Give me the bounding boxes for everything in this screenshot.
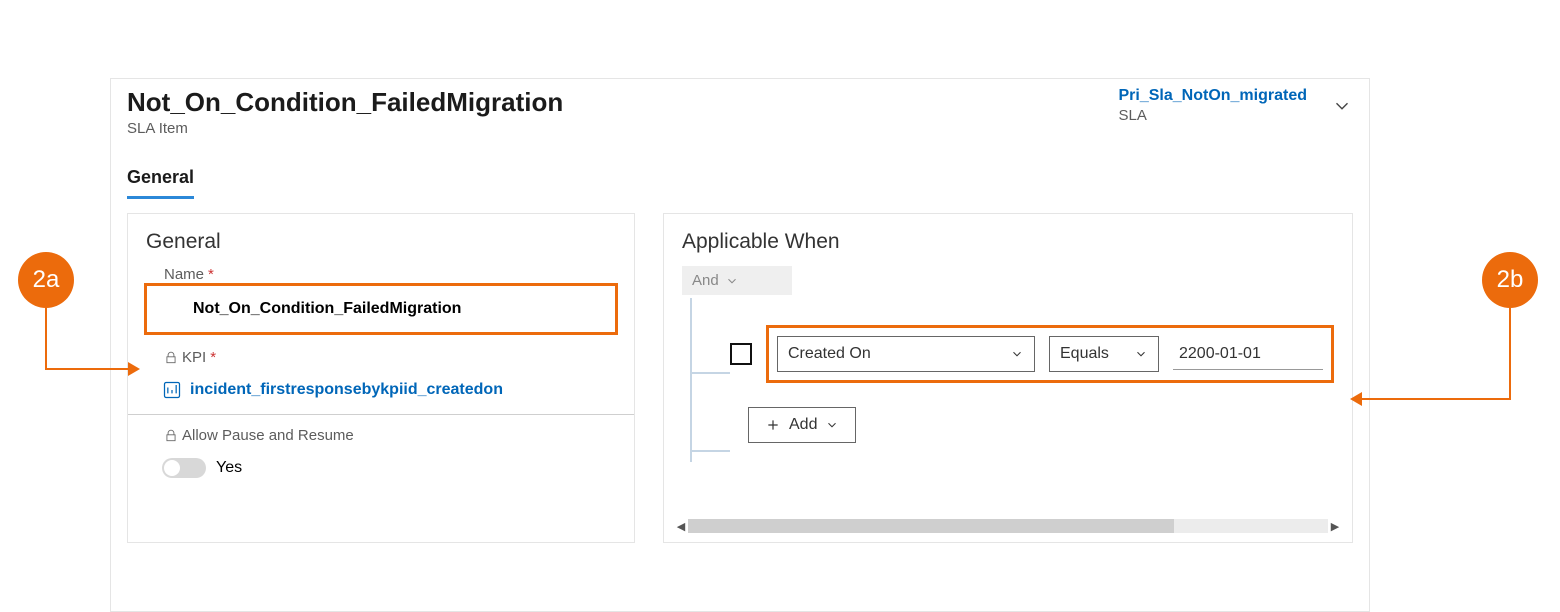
scroll-right-button[interactable]: ▶ [1328,520,1342,533]
kpi-field-row: KPI* [128,349,634,366]
record-header: Not_On_Condition_FailedMigration SLA Ite… [127,87,1353,137]
add-condition-button[interactable]: Add [748,407,856,443]
callout-badge-2b: 2b [1482,252,1538,308]
condition-checkbox[interactable] [730,343,752,365]
tab-general[interactable]: General [127,165,194,199]
allow-pause-toggle-text: Yes [216,459,242,477]
plus-icon [765,417,781,433]
chevron-down-icon [825,418,839,432]
allow-pause-toggle[interactable] [162,458,206,478]
related-record-link[interactable]: Pri_Sla_NotOn_migrated [1119,87,1308,105]
name-value[interactable]: Not_On_Condition_FailedMigration [144,283,618,335]
scroll-track[interactable] [688,519,1328,533]
record-panel: Not_On_Condition_FailedMigration SLA Ite… [110,78,1370,612]
page-subtitle: SLA Item [127,120,563,137]
callout-arrowhead [1350,392,1362,406]
condition-value-input[interactable] [1173,339,1323,370]
lock-icon [164,351,178,365]
name-label: Name* [164,266,616,283]
kpi-value-row: incident_firstresponsebykpiid_createdon [128,366,634,415]
callout-connector [45,368,131,370]
condition-operator-select[interactable]: Equals [1049,336,1159,372]
related-record-sub: SLA [1119,107,1308,124]
condition-row: Created On Equals [730,325,1334,383]
chevron-down-icon [1134,347,1148,361]
page-title: Not_On_Condition_FailedMigration [127,87,563,118]
scroll-thumb[interactable] [688,519,1174,533]
general-card: General Name* Not_On_Condition_FailedMig… [127,213,635,543]
title-block: Not_On_Condition_FailedMigration SLA Ite… [127,87,563,137]
applicable-when-title: Applicable When [664,230,1352,266]
applicable-when-card: Applicable When And Created On [663,213,1353,543]
condition-group-and[interactable]: And [682,266,792,295]
tabs-row: General [127,165,1353,199]
callout-connector [1509,308,1511,400]
callout-badge-2a: 2a [18,252,74,308]
chevron-down-icon[interactable] [1331,95,1353,117]
condition-tree-branch [690,450,730,452]
scroll-left-button[interactable]: ◀ [674,520,688,533]
condition-field-select[interactable]: Created On [777,336,1035,372]
kpi-icon [162,380,182,400]
callout-connector [1359,398,1511,400]
chevron-down-icon [725,274,739,288]
callout-connector [45,308,47,370]
callout-arrowhead [128,362,140,376]
condition-highlight: Created On Equals [766,325,1334,383]
condition-tree-line [690,298,692,462]
general-card-title: General [128,230,634,266]
body-columns: General Name* Not_On_Condition_FailedMig… [127,213,1353,543]
horizontal-scrollbar[interactable]: ◀ ▶ [674,518,1342,534]
allow-pause-toggle-row: Yes [128,444,634,482]
condition-tree-branch [690,372,730,374]
kpi-link[interactable]: incident_firstresponsebykpiid_createdon [190,381,503,399]
lock-icon [164,429,178,443]
allow-pause-row: Allow Pause and Resume [128,427,634,444]
chevron-down-icon [1010,347,1024,361]
kpi-label: KPI* [164,349,616,366]
related-record-block: Pri_Sla_NotOn_migrated SLA [1119,87,1354,124]
name-field-row: Name* [128,266,634,283]
allow-pause-label: Allow Pause and Resume [164,427,616,444]
